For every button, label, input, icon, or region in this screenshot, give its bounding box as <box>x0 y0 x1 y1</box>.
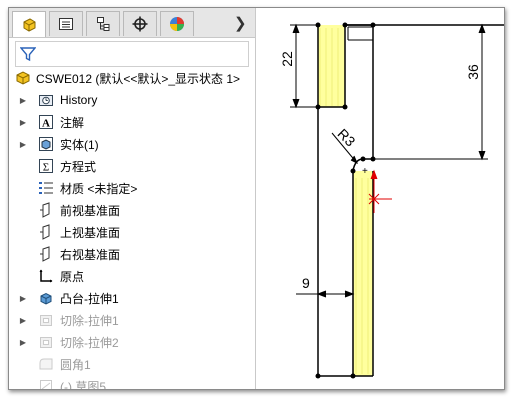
tab-configuration-manager[interactable] <box>86 11 120 36</box>
tree-item-label: 切除-拉伸1 <box>60 313 119 328</box>
feature-manager-tab-icon <box>23 17 36 32</box>
root-label: CSWE012 (默认<<默认>_显示状态 1> <box>36 71 241 86</box>
material-icon <box>38 180 54 196</box>
tree-item-label: 切除-拉伸2 <box>60 335 119 350</box>
tree-item-label: 实体(1) <box>60 137 99 152</box>
tree-item-label: 原点 <box>60 269 85 284</box>
annotations-icon: A <box>38 114 54 130</box>
tree-item-label: (-) 草图5 <box>60 379 106 390</box>
expand-arrow-icon[interactable]: ▶ <box>19 140 27 149</box>
origin-icon <box>38 268 54 284</box>
tree-filter-bar[interactable] <box>15 41 249 67</box>
equations-icon: Σ <box>38 158 54 174</box>
configuration-manager-tab-icon <box>97 17 110 31</box>
tree-item[interactable]: ▶ 实体(1) <box>9 133 255 155</box>
plane-icon <box>38 202 54 218</box>
tree-item[interactable]: (-) 草图5 <box>9 375 255 390</box>
dimxpert-manager-tab-icon <box>132 16 148 32</box>
tab-dimxpert-manager[interactable] <box>123 11 157 36</box>
sketch-drawing[interactable]: 22 36 R3 9 + <box>256 8 504 389</box>
sketch-icon <box>38 378 54 389</box>
manager-tab-bar: ❯ <box>9 8 255 38</box>
cut-extrude-icon <box>38 334 54 350</box>
expand-arrow-icon[interactable]: ▶ <box>19 118 27 127</box>
svg-text:Σ: Σ <box>43 162 49 174</box>
fillet-icon <box>38 356 54 372</box>
dim-r3-label[interactable]: R3 <box>335 125 359 149</box>
boss-extrude-icon <box>38 290 54 306</box>
cursor-plus-icon: + <box>362 166 368 177</box>
chevron-right-icon[interactable]: ❯ <box>234 14 247 32</box>
highlight-upper <box>318 25 345 107</box>
tree-item-label: 前视基准面 <box>60 203 121 218</box>
expand-arrow-icon[interactable]: ▶ <box>19 316 27 325</box>
expand-arrow-icon[interactable]: ▶ <box>19 294 27 303</box>
tree-item-label: 注解 <box>60 115 85 130</box>
property-manager-tab-icon <box>59 18 73 30</box>
tree-item[interactable]: 右视基准面 <box>9 243 255 265</box>
tree-item-label: 材质 <未指定> <box>60 181 138 196</box>
tree-item-label: History <box>60 93 98 107</box>
tree-item-label: 右视基准面 <box>60 247 121 262</box>
dimension-36[interactable] <box>345 23 488 161</box>
tree-item[interactable]: 前视基准面 <box>9 199 255 221</box>
solidworks-window: ❯ CSWE012 (默认<<默认>_显示状态 1> ▶ History ▶ A 注解 ▶… <box>8 7 505 390</box>
part-icon <box>16 71 30 85</box>
dim-9-label[interactable]: 9 <box>302 275 310 291</box>
tree-item[interactable]: ▶ History <box>9 89 255 111</box>
tab-feature-manager[interactable] <box>12 11 46 37</box>
dimension-9[interactable] <box>296 290 355 298</box>
display-manager-tab-icon <box>170 17 184 31</box>
tree-root[interactable]: CSWE012 (默认<<默认>_显示状态 1> <box>9 67 255 89</box>
tree-item[interactable]: 材质 <未指定> <box>9 177 255 199</box>
tree-item-label: 凸台-拉伸1 <box>60 291 119 306</box>
tree-item[interactable]: ▶ 切除-拉伸2 <box>9 331 255 353</box>
tab-property-manager[interactable] <box>49 11 83 36</box>
feature-manager-panel: ❯ CSWE012 (默认<<默认>_显示状态 1> ▶ History ▶ A 注解 ▶… <box>9 8 256 389</box>
tree-item[interactable]: 上视基准面 <box>9 221 255 243</box>
tree-item[interactable]: Σ 方程式 <box>9 155 255 177</box>
tree-item-label: 上视基准面 <box>60 225 121 240</box>
tab-display-manager[interactable] <box>160 11 194 36</box>
graphics-area[interactable]: 22 36 R3 9 + <box>256 8 504 389</box>
tree-item[interactable]: ▶ 切除-拉伸1 <box>9 309 255 331</box>
tree-item[interactable]: 圆角1 <box>9 353 255 375</box>
dim-22-label[interactable]: 22 <box>279 51 295 67</box>
dim-36-label[interactable]: 36 <box>465 64 481 80</box>
svg-text:A: A <box>42 118 50 130</box>
solid-bodies-icon <box>38 136 54 152</box>
tree-item-label: 圆角1 <box>60 357 91 372</box>
tree-item-label: 方程式 <box>60 159 97 174</box>
cut-extrude-icon <box>38 312 54 328</box>
plane-icon <box>38 224 54 240</box>
plane-icon <box>38 246 54 262</box>
tree-item[interactable]: ▶ 凸台-拉伸1 <box>9 287 255 309</box>
part-details <box>347 26 373 41</box>
history-icon <box>38 92 54 108</box>
tree-item[interactable]: ▶ A 注解 <box>9 111 255 133</box>
filter-icon[interactable] <box>20 46 36 62</box>
expand-arrow-icon[interactable]: ▶ <box>19 338 27 347</box>
expand-arrow-icon[interactable]: ▶ <box>19 96 27 105</box>
tree-item[interactable]: 原点 <box>9 265 255 287</box>
